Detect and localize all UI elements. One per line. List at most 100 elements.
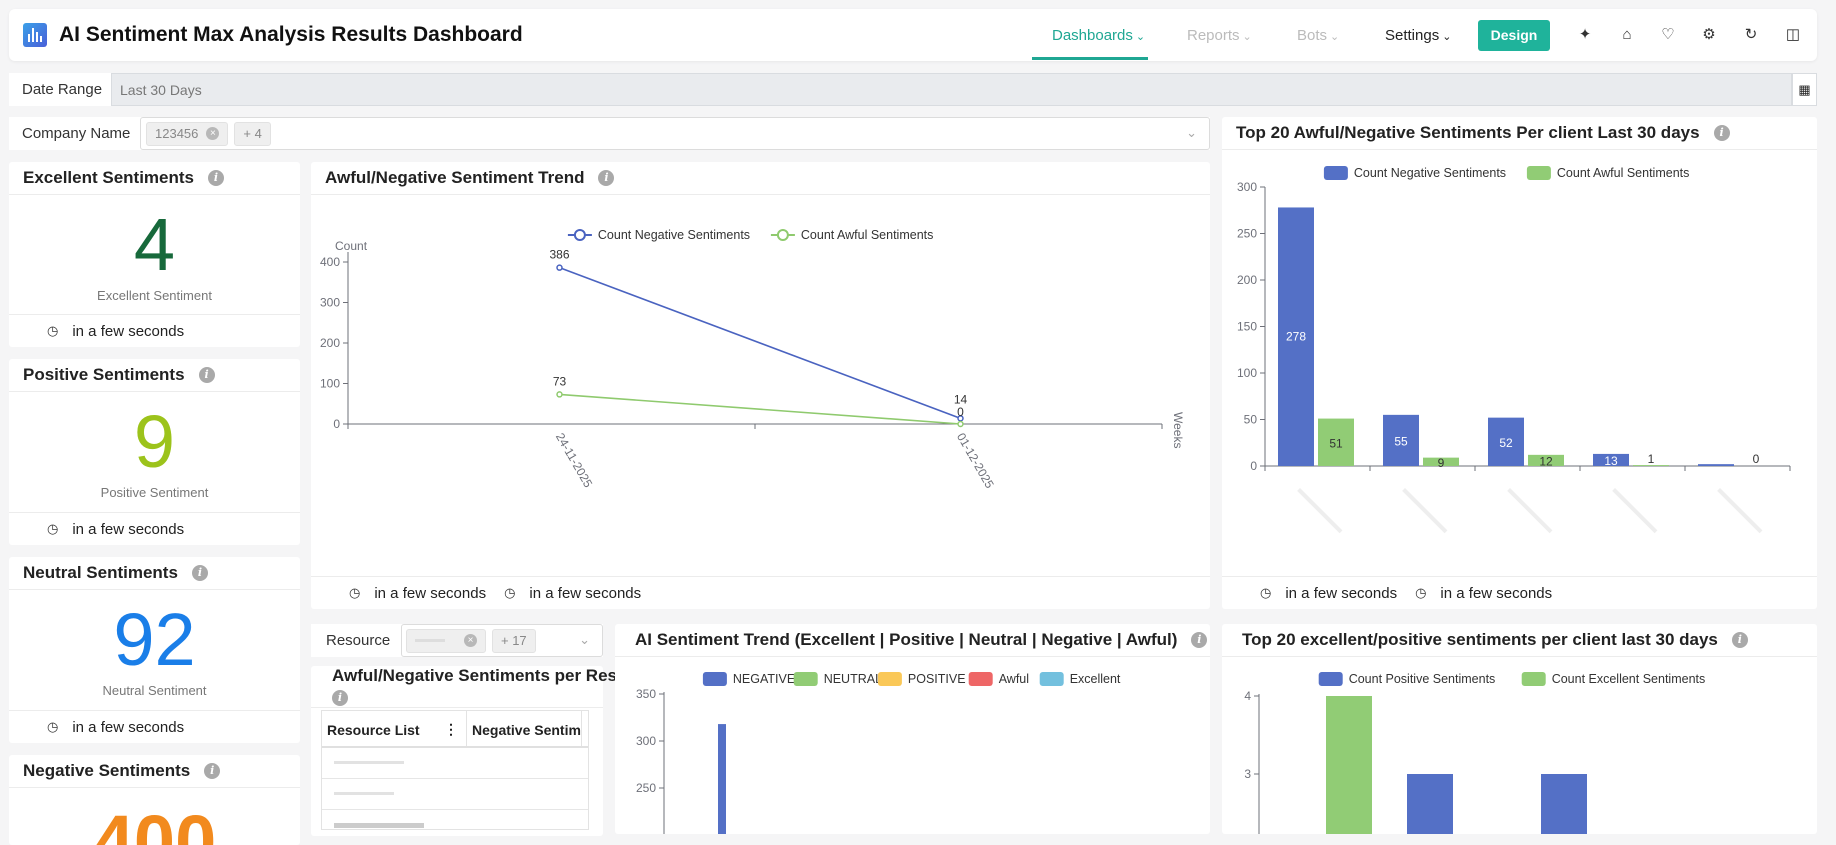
bar-label: 12 bbox=[1539, 454, 1553, 468]
data-label: 0 bbox=[957, 405, 964, 419]
kpi-value: 9 bbox=[133, 400, 176, 483]
gear-icon[interactable]: ⚙ bbox=[1699, 25, 1719, 45]
clock-icon: ◷ bbox=[1260, 585, 1272, 600]
series-line bbox=[559, 393, 961, 425]
legend-label: Count Awful Sentiments bbox=[801, 228, 933, 242]
resource-chip: × bbox=[406, 628, 486, 653]
chevron-down-icon: ⌄ bbox=[1135, 31, 1146, 43]
info-icon[interactable]: i bbox=[332, 690, 348, 706]
kpi-value: 4 bbox=[133, 203, 176, 286]
company-chip: 123456 × bbox=[146, 121, 229, 146]
updated-text: in a few seconds bbox=[1285, 584, 1398, 602]
y-tick-label: 250 bbox=[1237, 227, 1257, 241]
bar bbox=[1326, 696, 1372, 834]
y-axis-title: Count bbox=[335, 239, 368, 253]
legend-label: Awful bbox=[999, 672, 1029, 686]
bar-label: 0 bbox=[1753, 452, 1760, 466]
card-footer: ◷ in a few seconds ◷ in a few seconds bbox=[311, 576, 1210, 609]
heart-icon[interactable]: ♡ bbox=[1658, 25, 1678, 45]
card-footer: ◷ in a few seconds ◷ in a few seconds bbox=[1222, 576, 1817, 609]
info-icon[interactable]: i bbox=[191, 565, 208, 581]
data-point bbox=[957, 420, 964, 428]
y-tick-label: 3 bbox=[1244, 767, 1251, 781]
kpi-title: Neutral Sentiments i bbox=[9, 557, 300, 590]
date-range-input[interactable]: Last 30 Days bbox=[111, 73, 1792, 106]
y-tick-label: 50 bbox=[1244, 413, 1258, 427]
kpi-label: Excellent Sentiment bbox=[97, 288, 212, 303]
legend-label: NEUTRAL bbox=[824, 672, 882, 686]
blurred-x-label bbox=[1717, 487, 1763, 534]
nav-dashboards[interactable]: Dashboards ⌄ bbox=[1052, 27, 1145, 44]
bar bbox=[718, 724, 726, 834]
legend-swatch bbox=[877, 672, 902, 686]
column-header-resource-list[interactable]: Resource List ⋮ bbox=[322, 711, 467, 746]
app-logo-icon bbox=[23, 23, 47, 47]
negative-trend-card: Awful/Negative Sentiment Trend i Count Ne… bbox=[311, 162, 1210, 609]
x-tick-label: 01-12-2025 bbox=[954, 431, 997, 491]
remove-chip-icon[interactable]: × bbox=[206, 127, 220, 140]
column-label: Resource List bbox=[327, 722, 420, 738]
date-range-label: Date Range bbox=[22, 81, 103, 98]
column-label: Negative Sentime bbox=[472, 722, 582, 738]
bar-label: 13 bbox=[1604, 454, 1618, 468]
line-chart: Count Negative Sentiments Count Awful Sen… bbox=[320, 228, 1185, 491]
info-icon[interactable]: i bbox=[208, 170, 225, 186]
nav-settings[interactable]: Settings ⌄ bbox=[1385, 27, 1451, 44]
kpi-title: Negative Sentiments i bbox=[9, 755, 300, 788]
card-title-text: Awful/Negative Sentiments per Resource bbox=[332, 666, 664, 685]
nav-label: Dashboards bbox=[1052, 27, 1133, 44]
kpi-title-text: Neutral Sentiments bbox=[23, 563, 178, 582]
refresh-icon[interactable]: ↻ bbox=[1741, 25, 1761, 45]
kpi-footer: ◷ in a few seconds bbox=[9, 710, 300, 743]
blurred-chip-label bbox=[415, 639, 445, 642]
table-row[interactable] bbox=[322, 748, 588, 779]
bar-chart: Count Positive Sentiments Count Excellent… bbox=[1244, 672, 1705, 834]
y-tick-label: 100 bbox=[1237, 366, 1257, 380]
clock-icon: ◷ bbox=[349, 585, 361, 600]
column-header-negative[interactable]: Negative Sentime bbox=[467, 711, 582, 746]
remove-chip-icon[interactable]: × bbox=[464, 634, 477, 647]
bar-label: 55 bbox=[1394, 434, 1408, 448]
kpi-card-negative: Negative Sentiments i 400 bbox=[9, 755, 300, 845]
bar-label: 278 bbox=[1286, 330, 1306, 344]
updated-text: in a few seconds bbox=[72, 718, 185, 736]
clock-icon: ◷ bbox=[47, 719, 59, 734]
monitor-icon[interactable]: ◫ bbox=[1783, 25, 1803, 45]
table-row[interactable] bbox=[322, 779, 588, 810]
nav-bots[interactable]: Bots ⌄ bbox=[1297, 27, 1339, 44]
info-icon[interactable]: i bbox=[204, 763, 221, 779]
legend-label: POSITIVE bbox=[908, 672, 966, 686]
home-alert-icon[interactable]: ⌂ bbox=[1617, 25, 1637, 45]
calendar-icon[interactable]: ▦ bbox=[1792, 73, 1817, 106]
y-tick-label: 300 bbox=[636, 734, 656, 748]
column-menu-icon[interactable]: ⋮ bbox=[444, 721, 458, 738]
table-row[interactable] bbox=[322, 810, 588, 829]
y-tick-label: 100 bbox=[320, 377, 340, 391]
nav-label: Bots bbox=[1297, 27, 1328, 44]
design-button[interactable]: Design bbox=[1478, 20, 1550, 51]
company-name-select[interactable]: 123456 × + 4 ⌄ bbox=[140, 117, 1210, 150]
legend-swatch bbox=[968, 672, 993, 686]
kpi-footer: ◷ in a few seconds bbox=[9, 314, 300, 347]
kpi-value: 400 bbox=[92, 800, 217, 845]
sparkle-icon[interactable]: ✦ bbox=[1575, 25, 1595, 45]
legend-swatch bbox=[1318, 672, 1343, 686]
info-icon[interactable]: i bbox=[198, 367, 215, 383]
y-tick-label: 200 bbox=[320, 336, 340, 350]
resource-select[interactable]: × + 17 ⌄ bbox=[401, 624, 603, 657]
bar-label: 51 bbox=[1329, 436, 1343, 450]
legend-marker bbox=[573, 229, 586, 241]
x-axis-title: Weeks bbox=[1171, 412, 1185, 448]
chip-label: 123456 bbox=[155, 126, 199, 141]
page-scrollbar[interactable] bbox=[1820, 0, 1836, 822]
legend-swatch bbox=[1323, 166, 1348, 180]
y-tick-label: 4 bbox=[1244, 689, 1251, 703]
legend-label: Count Negative Sentiments bbox=[1354, 166, 1506, 180]
blurred-x-label bbox=[1612, 487, 1658, 534]
chevron-down-icon: ⌄ bbox=[579, 632, 590, 647]
legend-label: NEGATIVE bbox=[733, 672, 795, 686]
bar bbox=[1541, 774, 1587, 834]
page-title: AI Sentiment Max Analysis Results Dashbo… bbox=[59, 23, 523, 46]
bar-label: 2 bbox=[1713, 452, 1720, 466]
nav-reports[interactable]: Reports ⌄ bbox=[1187, 27, 1252, 44]
